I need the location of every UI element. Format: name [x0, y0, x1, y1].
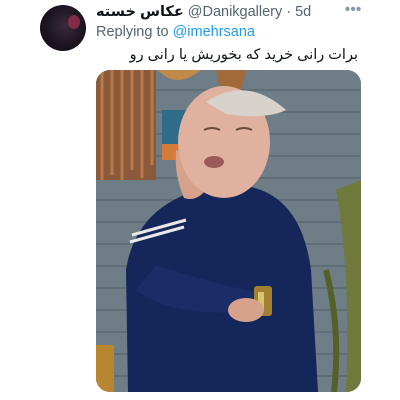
photo-illustration [96, 70, 361, 392]
tweet-card[interactable]: عکاس خسته @Danikgallery · 5d ••• Replyin… [0, 0, 400, 400]
timestamp[interactable]: 5d [295, 4, 311, 20]
replying-to: Replying to @imehrsana [96, 24, 255, 40]
dot-separator: · [286, 4, 292, 20]
tweet-photo[interactable] [96, 70, 361, 392]
replying-to-label: Replying to [96, 24, 169, 40]
tweet-header: عکاس خسته @Danikgallery · 5d [96, 2, 311, 22]
more-horizontal-icon[interactable]: ••• [342, 2, 364, 20]
user-handle[interactable]: @Danikgallery [188, 4, 283, 20]
avatar[interactable] [40, 5, 86, 51]
display-name[interactable]: عکاس خسته [96, 4, 184, 20]
reply-to-handle[interactable]: @imehrsana [173, 24, 255, 40]
